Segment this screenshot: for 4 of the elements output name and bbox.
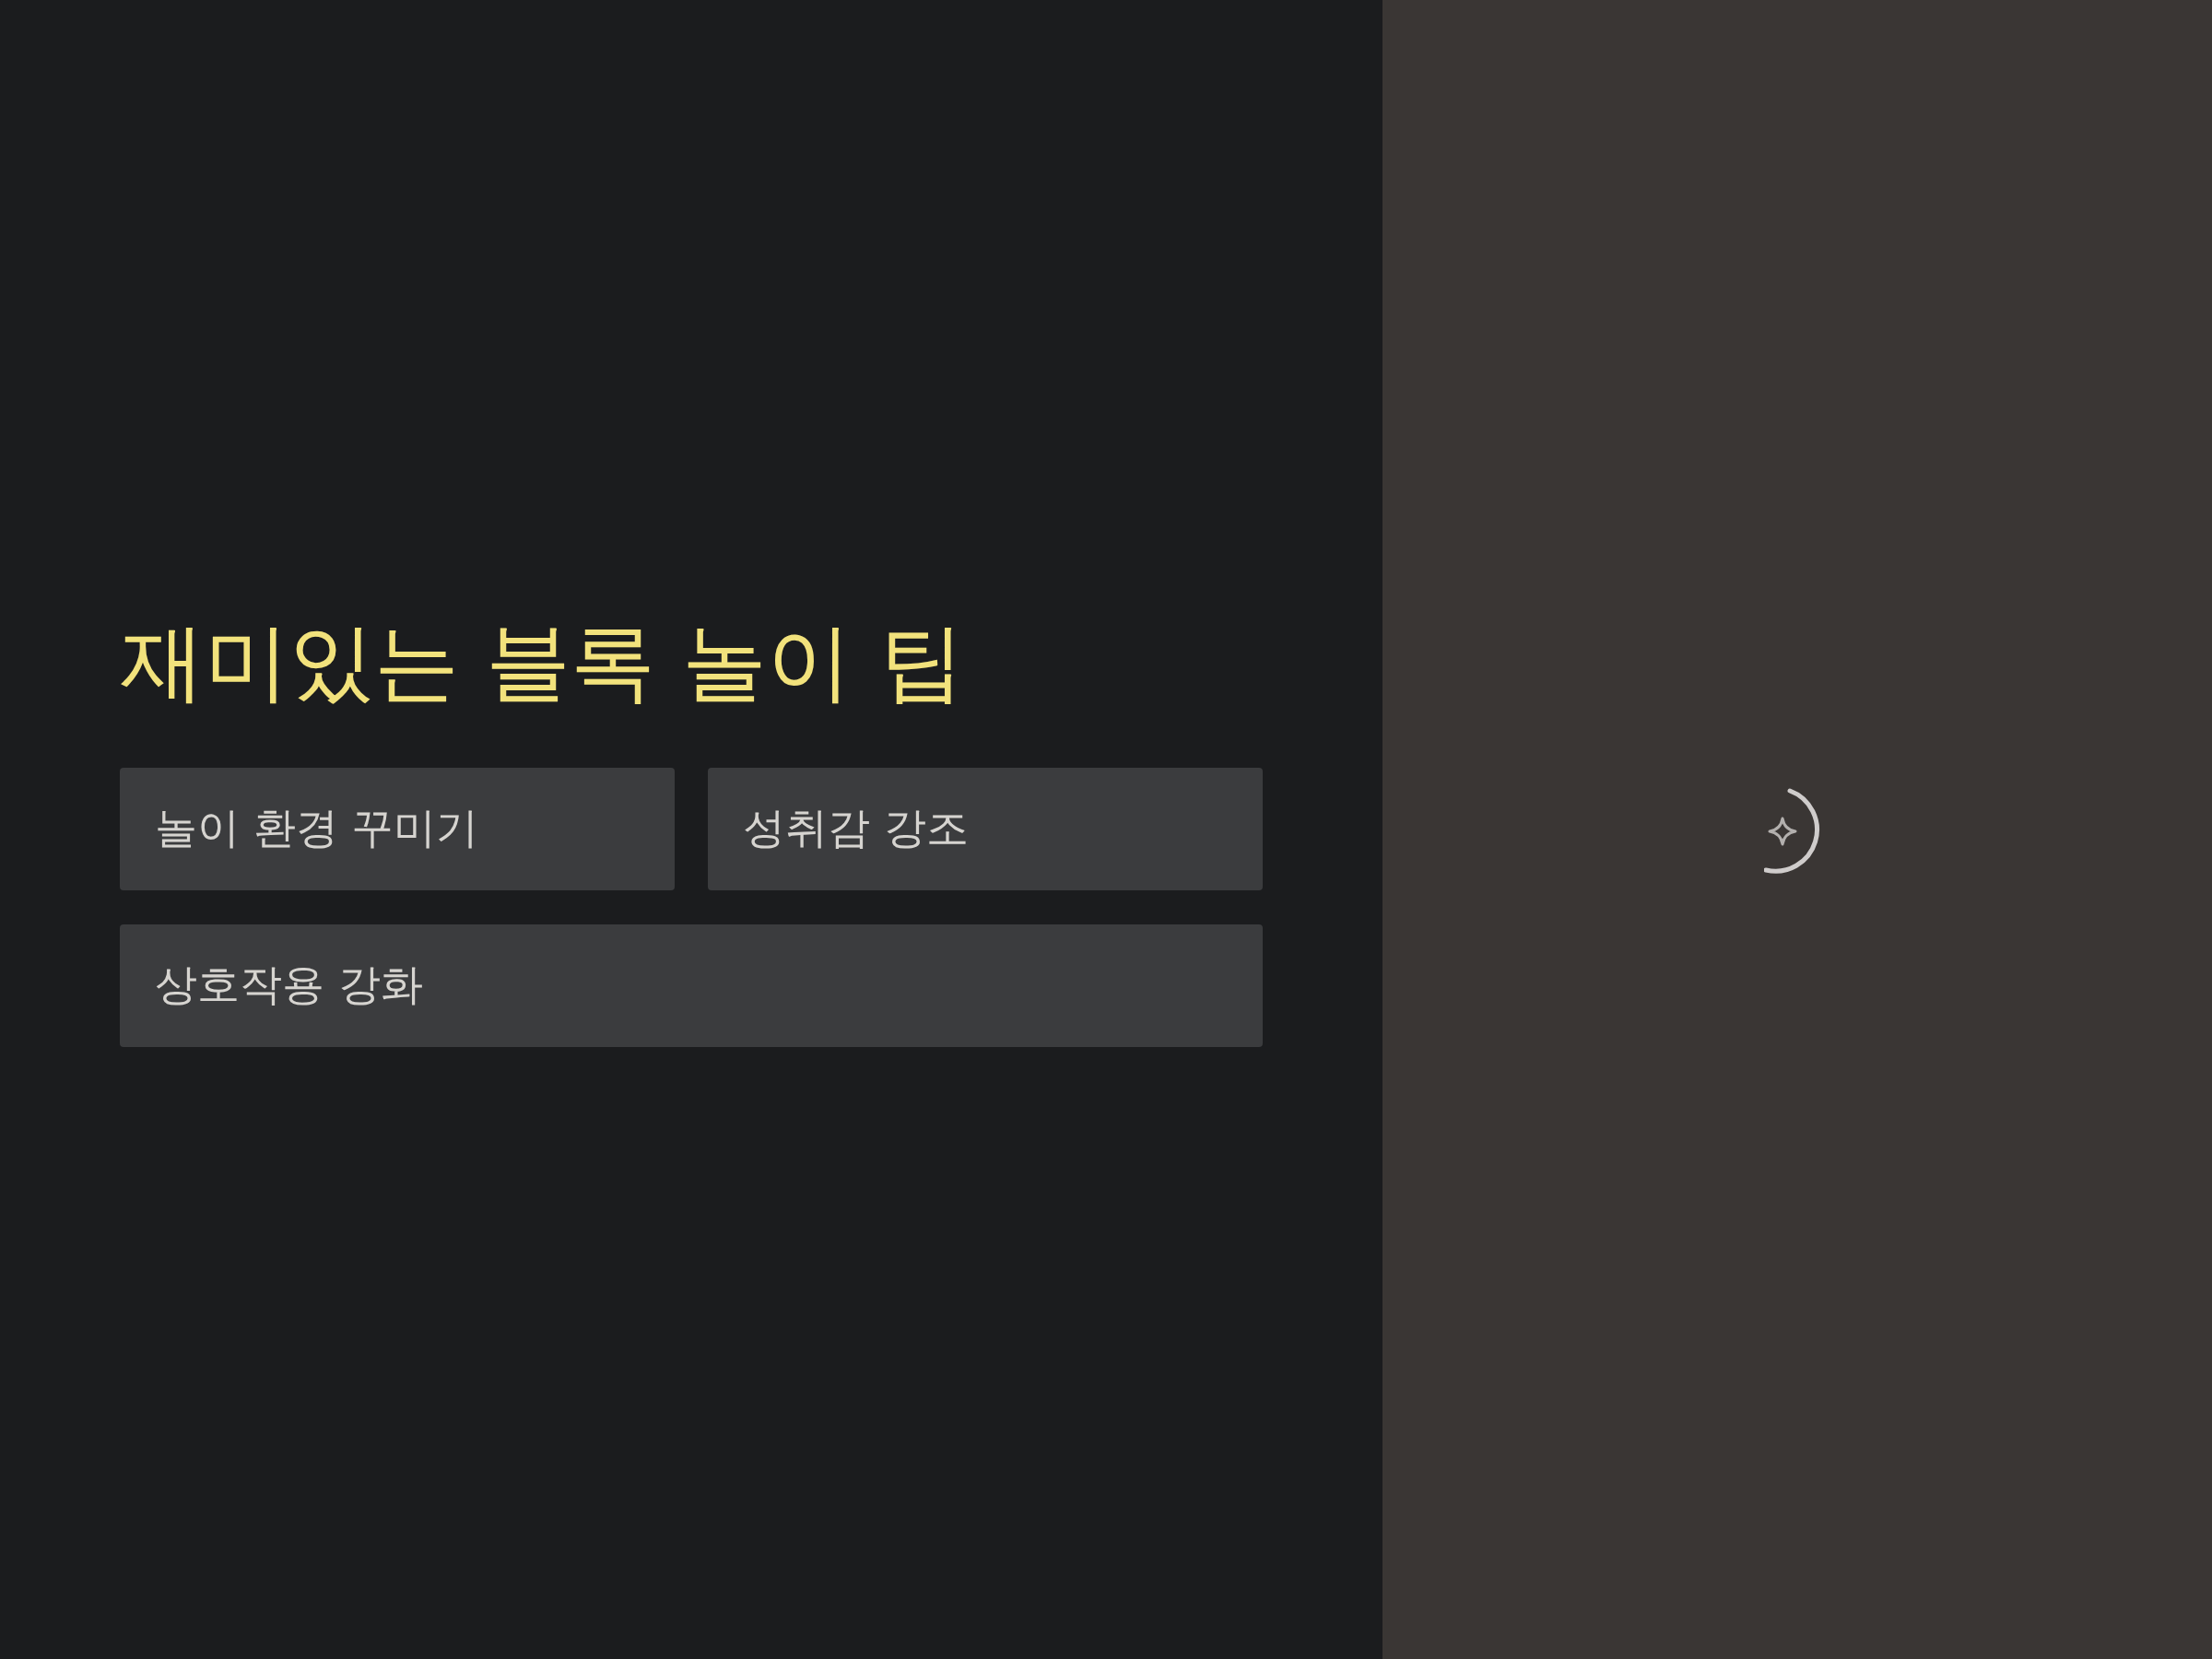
suggestion-button[interactable]: 상호작용 강화: [120, 924, 1263, 1047]
heading: 재미있는 블록 놀이 팁: [120, 612, 965, 714]
suggestion-button[interactable]: 성취감 강조: [708, 767, 1263, 890]
suggestion-button[interactable]: 놀이 환경 꾸미기: [120, 767, 675, 890]
